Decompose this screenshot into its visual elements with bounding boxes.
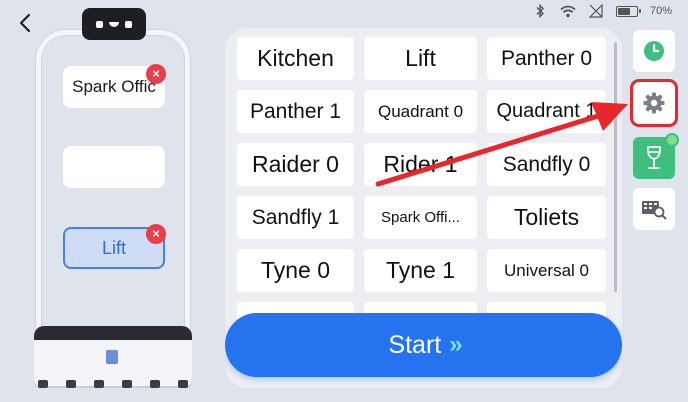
destination-sandfly-1[interactable]: Sandfly 1 <box>237 196 354 239</box>
start-button[interactable]: Start » <box>225 313 622 377</box>
destination-rider-1[interactable]: Rider 1 <box>364 143 477 186</box>
gear-icon <box>643 92 665 114</box>
destination-grid: Kitchen Lift Panther 0 Panther 1 Quadran… <box>237 37 606 345</box>
destination-toliets[interactable]: Toliets <box>487 196 606 239</box>
wine-glass-icon <box>646 146 662 169</box>
settings-button[interactable] <box>630 79 678 127</box>
notification-dot <box>665 133 679 147</box>
map-search-icon <box>642 201 667 220</box>
battery-icon <box>615 5 641 17</box>
close-icon: × <box>152 226 160 241</box>
tray-1-label: Spark Offic <box>72 77 156 96</box>
close-icon: × <box>152 66 160 81</box>
destination-panel: Kitchen Lift Panther 0 Panther 1 Quadran… <box>225 28 622 388</box>
start-label: Start <box>388 330 442 359</box>
destination-sandfly-0[interactable]: Sandfly 0 <box>487 143 606 186</box>
robot-eye-left <box>96 21 103 28</box>
battery-percent: 70% <box>649 5 672 17</box>
robot-base <box>34 326 192 386</box>
tray-3-label: Lift <box>101 237 126 258</box>
bluetooth-icon <box>532 4 548 18</box>
destination-tyne-1[interactable]: Tyne 1 <box>364 249 477 292</box>
status-bar: 70% <box>532 2 672 20</box>
clock-icon <box>644 41 664 61</box>
robot-illustration: Spark Offic × Lift × <box>28 8 198 394</box>
destination-panther-1[interactable]: Panther 1 <box>237 90 354 133</box>
tray-1-clear-button[interactable]: × <box>146 64 166 84</box>
destination-tyne-0[interactable]: Tyne 0 <box>237 249 354 292</box>
destination-scrollbar[interactable] <box>614 42 617 292</box>
tray-3-clear-button[interactable]: × <box>146 224 166 244</box>
robot-logo <box>106 350 118 364</box>
wine-glass-button[interactable] <box>633 133 679 179</box>
destination-lift[interactable]: Lift <box>364 37 477 80</box>
clock-button[interactable] <box>633 30 675 72</box>
map-search-button[interactable] <box>633 188 675 230</box>
robot-eye-right <box>125 21 132 28</box>
robot-mouth <box>109 22 119 27</box>
wifi-icon <box>560 4 576 18</box>
destination-raider-0[interactable]: Raider 0 <box>237 143 354 186</box>
double-chevron-right-icon: » <box>449 331 463 358</box>
destination-quadrant-1[interactable]: Quadrant 1 <box>487 90 606 133</box>
signal-off-icon <box>588 4 604 18</box>
destination-quadrant-0[interactable]: Quadrant 0 <box>364 90 477 133</box>
destination-spark-office[interactable]: Spark Offi... <box>364 196 477 239</box>
destination-universal-0[interactable]: Universal 0 <box>487 249 606 292</box>
battery-fill <box>617 7 630 15</box>
destination-panther-0[interactable]: Panther 0 <box>487 37 606 80</box>
tray-2[interactable] <box>63 146 165 188</box>
destination-kitchen[interactable]: Kitchen <box>237 37 354 80</box>
robot-wheels <box>38 380 188 388</box>
robot-head <box>82 8 146 40</box>
